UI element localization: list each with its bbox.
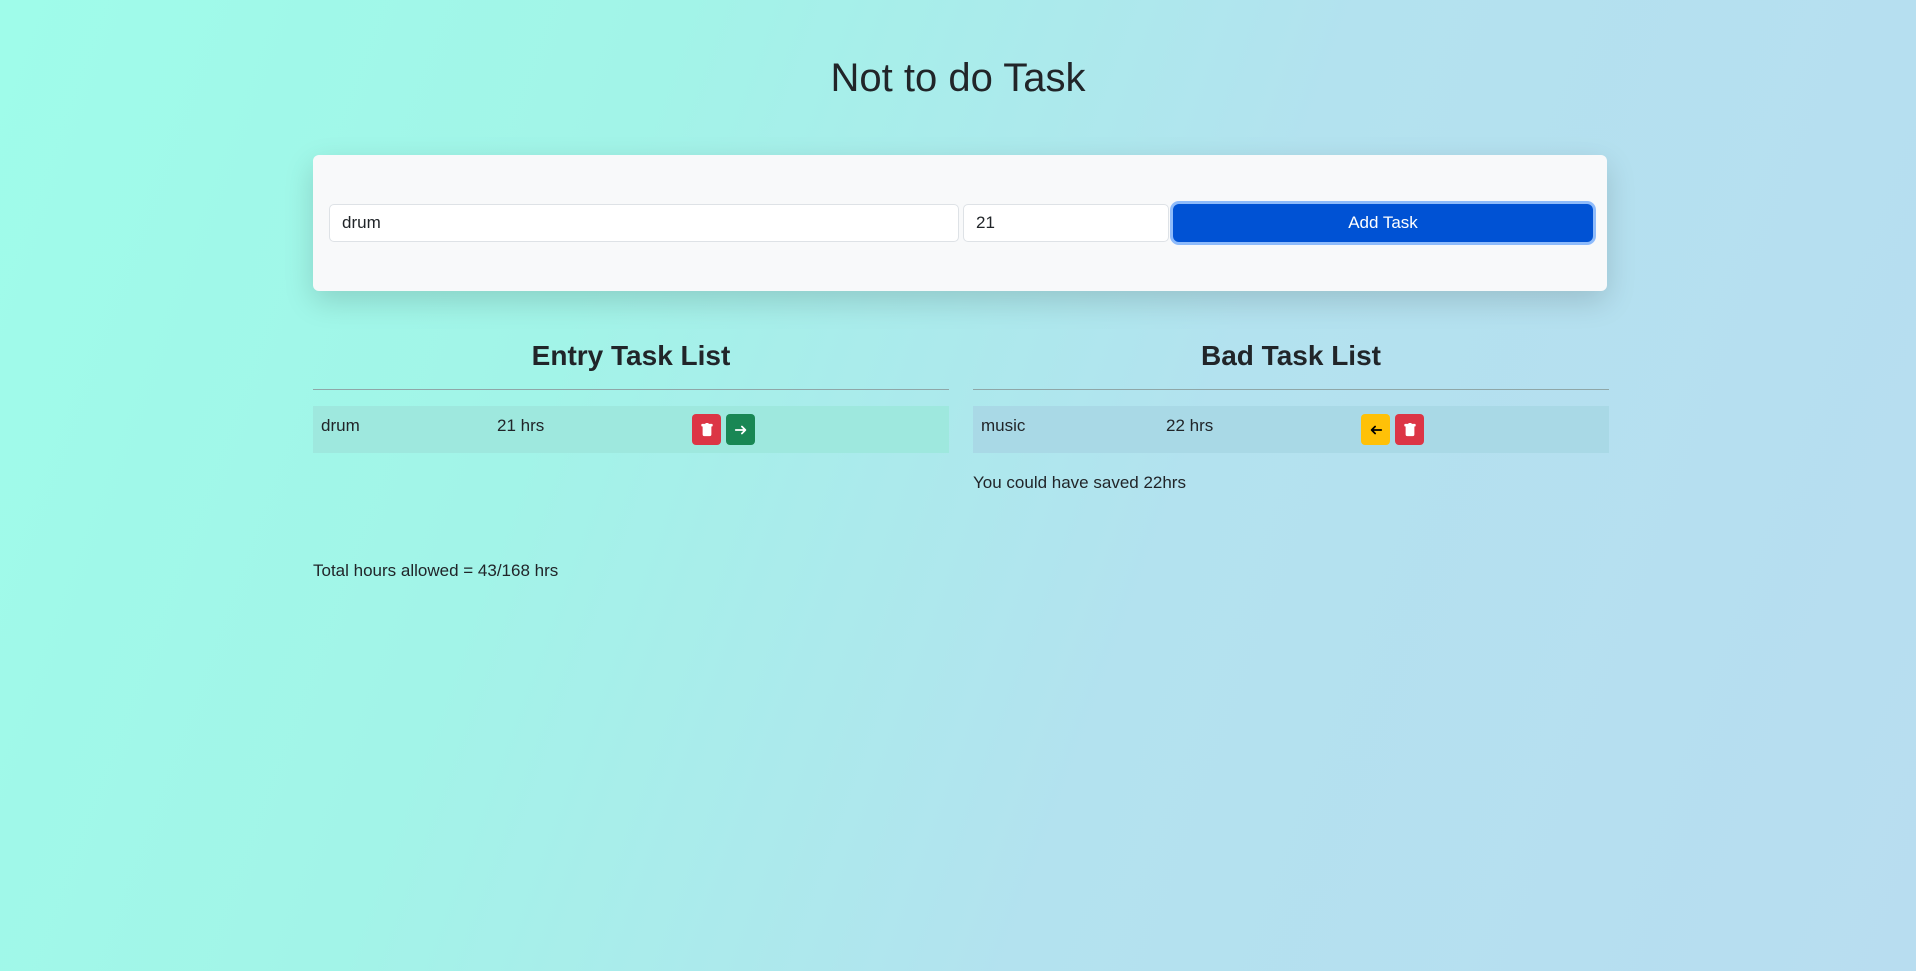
- entry-task-name: drum: [321, 416, 360, 435]
- entry-delete-button[interactable]: [692, 414, 721, 445]
- arrow-left-icon: [1369, 423, 1383, 437]
- bad-task-list: Bad Task List music 22 hrs: [973, 333, 1609, 453]
- saved-hours-text: You could have saved 22hrs: [973, 473, 1186, 492]
- add-task-button[interactable]: Add Task: [1173, 204, 1593, 242]
- bad-list-divider: [973, 389, 1609, 390]
- trash-icon: [700, 422, 714, 437]
- move-to-entry-button[interactable]: [1361, 414, 1390, 445]
- bad-task-name: music: [981, 416, 1026, 435]
- bad-list-heading: Bad Task List: [1201, 340, 1381, 371]
- task-name-input[interactable]: [329, 204, 959, 242]
- bad-task-hours: 22 hrs: [1166, 416, 1214, 435]
- trash-icon: [1403, 422, 1417, 437]
- move-to-bad-button[interactable]: [726, 414, 755, 445]
- entry-task-hours: 21 hrs: [497, 416, 545, 435]
- total-hours-text: Total hours allowed = 43/168 hrs: [313, 561, 559, 580]
- bad-delete-button[interactable]: [1395, 414, 1424, 445]
- page-background: [0, 0, 1916, 972]
- bad-task-row: music 22 hrs: [973, 406, 1609, 453]
- entry-list-divider: [313, 389, 949, 390]
- arrow-right-icon: [734, 423, 748, 437]
- page-title: Not to do Task: [830, 56, 1086, 100]
- entry-task-row: drum 21 hrs: [313, 406, 949, 453]
- entry-list-heading: Entry Task List: [531, 340, 731, 371]
- entry-task-list: Entry Task List drum 21 hrs: [313, 333, 949, 453]
- task-hours-input[interactable]: [963, 204, 1169, 242]
- task-form: Add Task: [313, 155, 1607, 291]
